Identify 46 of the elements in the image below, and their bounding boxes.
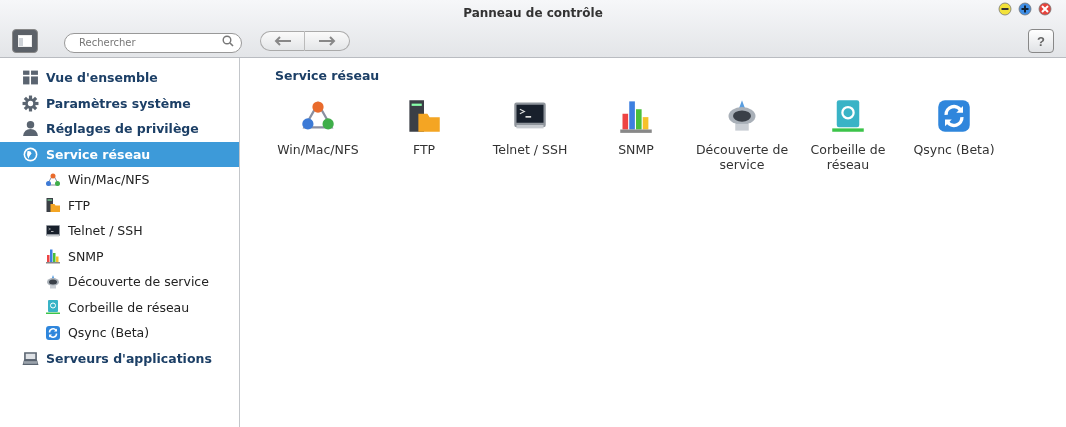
service-label[interactable]: Corbeille de réseau (798, 142, 898, 172)
sidebar-toggle-button[interactable] (12, 29, 38, 53)
search-field[interactable]: Rechercher (64, 32, 242, 53)
sync-icon (936, 98, 972, 134)
sidebar-item[interactable]: Serveurs d'applications (0, 345, 239, 371)
maximize-icon[interactable] (1018, 2, 1032, 16)
sidebar-item[interactable]: Découverte de service (0, 269, 239, 295)
triangle-nodes-icon (45, 171, 61, 188)
minimize-icon[interactable] (998, 2, 1012, 16)
bar-chart-icon (618, 98, 654, 134)
satellite-dish-icon (45, 273, 61, 290)
forward-button[interactable] (305, 31, 350, 51)
service-label[interactable]: Win/Mac/NFS (268, 142, 368, 157)
sidebar-item[interactable]: Corbeille de réseau (0, 294, 239, 320)
folder-server-icon (45, 197, 61, 214)
service-label[interactable]: FTP (374, 142, 474, 157)
gear-icon (22, 94, 39, 112)
folder-server-icon (406, 98, 442, 134)
grid-icon (22, 69, 39, 87)
person-icon (22, 120, 39, 138)
sidebar-item[interactable]: Win/Mac/NFS (0, 167, 239, 193)
recycle-bin-icon (45, 299, 61, 316)
sidebar-item[interactable]: SNMP (0, 243, 239, 269)
left-arrow-icon (273, 36, 292, 46)
sidebar-item[interactable]: Qsync (Beta) (0, 320, 239, 346)
search-icon (222, 35, 234, 47)
close-icon[interactable] (1038, 2, 1052, 16)
bar-chart-icon (45, 248, 61, 265)
service-label[interactable]: SNMP (586, 142, 686, 157)
sidebar-item[interactable]: Paramètres système (0, 90, 239, 116)
sidebar-item[interactable]: Réglages de privilège (0, 116, 239, 142)
terminal-icon (45, 222, 61, 239)
recycle-bin-icon (830, 98, 866, 134)
help-button[interactable]: ? (1028, 29, 1054, 53)
service-label[interactable]: Qsync (Beta) (904, 142, 1004, 157)
back-button[interactable] (260, 31, 305, 51)
window-title: Panneau de contrôle (463, 5, 603, 20)
section-title: Service réseau (275, 68, 381, 83)
service-label[interactable]: Découverte de service (692, 142, 792, 172)
sidebar-item[interactable]: Vue d'ensemble (0, 65, 239, 91)
sync-icon (45, 324, 61, 341)
service-label[interactable]: Telnet / SSH (480, 142, 580, 157)
panel-icon (18, 35, 32, 47)
right-arrow-icon (318, 36, 336, 46)
sidebar-item[interactable]: FTP (0, 192, 239, 218)
sidebar-item[interactable]: Telnet / SSH (0, 218, 239, 244)
